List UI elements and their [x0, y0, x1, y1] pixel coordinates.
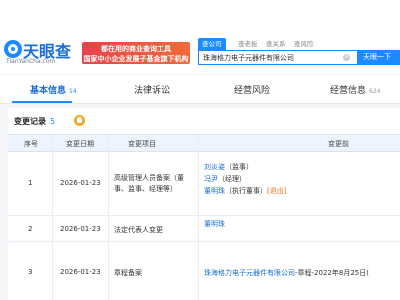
before-person: 董明珠（执行董事）[退出]: [204, 186, 286, 196]
tab-basic-info[interactable]: 基本信息 14: [30, 83, 77, 96]
tab-label: 法律诉讼: [134, 86, 171, 96]
col-index: 序号: [24, 140, 38, 148]
table-row: 2 2026-01-23 法定代表人变更 董明珠: [8, 216, 400, 242]
row-item: 高级管理人员备案（董: [114, 174, 184, 182]
exit-tag: [退出]: [267, 187, 287, 195]
clear-icon[interactable]: ✕: [343, 54, 350, 61]
person-link[interactable]: 董明珠: [204, 187, 225, 195]
person-link[interactable]: 董明珠: [204, 219, 225, 229]
tab-label: 基本信息: [30, 86, 67, 96]
charter-detail: -章程-2022年8月25日(: [295, 269, 369, 277]
row-index: 3: [28, 268, 33, 276]
search-tab-risk[interactable]: 查风险: [290, 38, 318, 50]
active-tab-indicator: [12, 101, 72, 103]
search-input[interactable]: [199, 51, 339, 64]
person-role: （经理）: [218, 175, 246, 183]
section-title-text: 变更记录: [14, 117, 46, 126]
row-item-cont: 事、监事、经理等）: [114, 185, 177, 193]
slogan-line-1: 都在用的商业查询工具: [101, 45, 171, 53]
row-index: 1: [28, 179, 33, 187]
tianyancha-logo-icon[interactable]: [4, 40, 22, 58]
table-header: 序号 变更日期 变更项目 变更前: [8, 134, 400, 152]
table-row: 3 2026-01-23 章程备案 珠海格力电子元器件有限公司-章程-2022年…: [8, 242, 400, 300]
person-role: （监事）: [225, 163, 253, 171]
col-item: 变更项目: [128, 140, 156, 148]
before-person: 冯尹（经理）: [204, 174, 246, 184]
vip-icon[interactable]: [74, 115, 85, 126]
col-date: 变更日期: [66, 140, 94, 148]
slogan-line-2: 国家中小企业发展子基金旗下机构: [83, 55, 189, 63]
search-tab-boss[interactable]: 查老板: [234, 38, 262, 50]
change-records-section: 变更记录 5 序号 变更日期 变更项目 变更前 1 2026-01-23 高级管理…: [8, 108, 400, 300]
tab-legal[interactable]: 法律诉讼: [134, 83, 170, 96]
search-box: ✕: [198, 50, 358, 65]
section-title: 变更记录 5: [14, 116, 55, 127]
brand-url: TianYanCha.com: [6, 58, 56, 65]
col-before: 变更前: [328, 140, 349, 148]
row-date: 2026-01-23: [60, 179, 101, 187]
row-date: 2026-01-23: [60, 225, 101, 233]
charter-company-link[interactable]: 珠海格力电子元器件有限公司: [204, 269, 295, 277]
tab-count: 14: [69, 88, 77, 95]
row-item: 章程备案: [114, 269, 142, 277]
section-count: 5: [50, 117, 56, 126]
slogan-banner: 都在用的商业查询工具 国家中小企业发展子基金旗下机构: [82, 42, 190, 64]
tab-count: 624: [369, 88, 381, 95]
row-index: 2: [28, 225, 33, 233]
row-date: 2026-01-23: [60, 268, 101, 276]
site-header: 天眼查 TianYanCha.com 都在用的商业查询工具 国家中小企业发展子基…: [0, 0, 400, 74]
before-person: 刘炎姿（监事）: [204, 162, 253, 172]
search-tab-relation[interactable]: 查关系: [262, 38, 290, 50]
tab-label: 经营信息: [330, 86, 367, 96]
column-divider: [198, 134, 199, 300]
tab-business-risk[interactable]: 经营风险: [234, 83, 270, 96]
search-button[interactable]: 天眼一下: [358, 50, 400, 65]
info-nav: 基本信息 14 法律诉讼 经营风险 经营信息 624: [0, 74, 400, 104]
tab-label: 经营风险: [234, 86, 271, 96]
person-link[interactable]: 刘炎姿: [204, 163, 225, 171]
row-item: 法定代表人变更: [114, 226, 163, 234]
tab-business-info[interactable]: 经营信息 624: [330, 83, 380, 96]
column-divider: [108, 134, 109, 300]
person-role: （执行董事）: [225, 187, 267, 195]
table-row: 1 2026-01-23 高级管理人员备案（董 事、监事、经理等） 刘炎姿（监事…: [8, 152, 400, 216]
search-tab-company[interactable]: 查公司: [198, 38, 226, 50]
person-link[interactable]: 冯尹: [204, 175, 218, 183]
column-divider: [52, 134, 53, 300]
before-charter: 珠海格力电子元器件有限公司-章程-2022年8月25日(: [204, 268, 369, 278]
